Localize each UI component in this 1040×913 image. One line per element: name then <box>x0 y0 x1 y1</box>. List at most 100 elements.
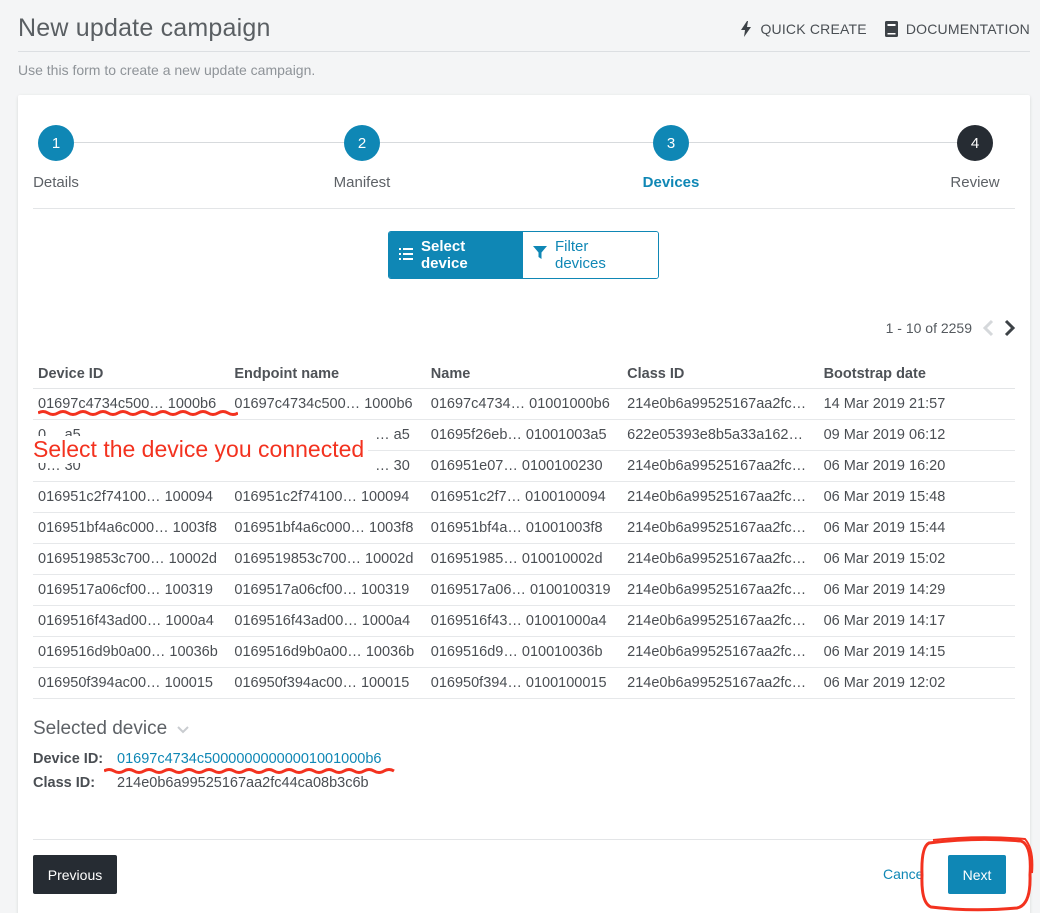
table-cell: 14 Mar 2019 21:57 <box>823 396 946 412</box>
table-cell: 0169516f43ad00… 1000a4 <box>38 613 214 629</box>
table-cell: 0169516f43ad00… 1000a4 <box>234 613 411 629</box>
lightning-icon <box>740 21 752 37</box>
table-cell: 214e0b6a99525167aa2fc… <box>627 458 807 474</box>
column-header[interactable]: Device ID <box>33 366 229 382</box>
device-id-label: Device ID: <box>33 751 104 767</box>
table-cell: 06 Mar 2019 14:29 <box>823 582 946 598</box>
select-device-label: Select device <box>421 238 468 272</box>
table-cell: 214e0b6a99525167aa2fc… <box>627 520 807 536</box>
list-icon <box>399 247 413 264</box>
previous-button[interactable]: Previous <box>33 855 117 894</box>
device-id-row: Device ID: 01697c4734c500000000000010010… <box>33 751 382 767</box>
table-cell: 06 Mar 2019 15:44 <box>823 520 946 536</box>
filter-icon <box>533 246 547 264</box>
step-connector <box>74 142 362 143</box>
table-cell: 016951c2f74100… 100094 <box>234 489 410 505</box>
step-number: 3 <box>653 125 689 161</box>
table-cell: 016951c2f74100… 100094 <box>38 489 213 505</box>
page-subtitle: Use this form to create a new update cam… <box>18 62 316 78</box>
table-cell: 214e0b6a99525167aa2fc… <box>627 613 807 629</box>
step-devices[interactable]: 3 Devices <box>631 125 711 191</box>
annotation-text: Select the device you connected <box>33 436 369 463</box>
step-review[interactable]: 4 Review <box>935 125 1015 191</box>
cancel-button[interactable]: Cancel <box>883 866 921 882</box>
table-row[interactable]: 0169519853c700… 10002d 0169519853c700… 1… <box>33 544 1015 575</box>
step-manifest[interactable]: 2 Manifest <box>322 125 402 191</box>
selected-device-title[interactable]: Selected device <box>33 718 189 740</box>
class-id-label: Class ID: <box>33 775 96 791</box>
step-connector <box>380 142 671 143</box>
table-cell: 06 Mar 2019 14:17 <box>823 613 946 629</box>
pagination: 1 - 10 of 2259 <box>886 319 1016 337</box>
step-label: Devices <box>642 174 700 191</box>
step-connector <box>689 142 975 143</box>
page-header: New update campaign QUICK CREATE DOCUMEN… <box>18 0 1030 52</box>
step-number: 4 <box>957 125 993 161</box>
table-cell: 01695f26eb… 01001003a5 <box>430 427 607 443</box>
step-label: Manifest <box>333 174 391 191</box>
book-icon <box>884 21 898 37</box>
table-cell: 214e0b6a99525167aa2fc… <box>627 396 807 412</box>
device-id-link[interactable]: 01697c4734c50000000000001001000b6 <box>117 751 382 767</box>
filter-devices-label: Filter devices <box>555 238 606 272</box>
table-cell: 622e05393e8b5a33a162… <box>627 427 803 443</box>
table-cell: 09 Mar 2019 06:12 <box>823 427 946 443</box>
table-row[interactable]: 016951bf4a6c000… 1003f8 016951bf4a6c000…… <box>33 513 1015 544</box>
filter-devices-button[interactable]: Filter devices <box>523 232 658 278</box>
table-row[interactable]: 016951c2f74100… 100094 016951c2f74100… 1… <box>33 482 1015 513</box>
table-cell: 0169517a06… 0100100319 <box>430 582 611 598</box>
documentation-button[interactable]: DOCUMENTATION <box>884 21 1030 37</box>
header-actions: QUICK CREATE DOCUMENTATION <box>740 21 1030 37</box>
table-cell: 0169517a06cf00… 100319 <box>234 582 410 598</box>
table-header: Device ID Endpoint name Name Class ID Bo… <box>33 359 1015 389</box>
class-id-row: Class ID: 214e0b6a99525167aa2fc44ca08b3c… <box>33 775 369 791</box>
step-number: 2 <box>344 125 380 161</box>
column-header[interactable]: Bootstrap date <box>819 366 1015 382</box>
table-cell: 016950f394ac00… 100015 <box>38 675 213 691</box>
table-cell: 0169517a06cf00… 100319 <box>38 582 213 598</box>
step-label: Details <box>33 174 79 191</box>
chevron-right-icon[interactable] <box>1004 319 1016 337</box>
table-row[interactable]: 0169516f43ad00… 1000a4 0169516f43ad00… 1… <box>33 606 1015 637</box>
column-header[interactable]: Class ID <box>622 366 818 382</box>
quick-create-button[interactable]: QUICK CREATE <box>740 21 867 37</box>
table-cell: 0169519853c700… 10002d <box>234 551 414 567</box>
table-cell: 06 Mar 2019 15:48 <box>823 489 946 505</box>
chevron-down-icon <box>177 718 189 740</box>
table-cell: 016951bf4a… 01001003f8 <box>430 520 603 536</box>
column-header[interactable]: Endpoint name <box>229 366 425 382</box>
step-number: 1 <box>38 125 74 161</box>
footer-divider <box>33 839 1015 840</box>
table-cell: 01697c4734c500… 1000b6 <box>234 396 413 412</box>
table-cell: 06 Mar 2019 16:20 <box>823 458 946 474</box>
select-device-button[interactable]: Select device <box>389 232 523 278</box>
table-row[interactable]: 0169517a06cf00… 100319 0169517a06cf00… 1… <box>33 575 1015 606</box>
stepper: 1 Details 2 Manifest 3 Devices 4 Review <box>33 125 1015 209</box>
table-cell: 016950f394… 0100100015 <box>430 675 607 691</box>
table-cell: 016951bf4a6c000… 1003f8 <box>234 520 414 536</box>
table-cell: 0169516d9b0a00… 10036b <box>234 644 415 660</box>
table-cell: 016951c2f7… 0100100094 <box>430 489 606 505</box>
documentation-label: DOCUMENTATION <box>905 21 1030 37</box>
step-label: Review <box>950 174 1000 191</box>
table-cell: 214e0b6a99525167aa2fc… <box>627 582 807 598</box>
table-cell: 06 Mar 2019 15:02 <box>823 551 946 567</box>
table-cell: 016951e07… 0100100230 <box>430 458 603 474</box>
table-cell: 214e0b6a99525167aa2fc… <box>627 551 807 567</box>
table-cell: 06 Mar 2019 12:02 <box>823 675 946 691</box>
table-cell: 016950f394ac00… 100015 <box>234 675 410 691</box>
red-circle-mark <box>920 836 1034 912</box>
table-cell: 0169516d9b0a00… 10036b <box>38 644 218 660</box>
table-row[interactable]: 0169516d9b0a00… 10036b 0169516d9b0a00… 1… <box>33 637 1015 668</box>
table-cell: 016951bf4a6c000… 1003f8 <box>38 520 217 536</box>
column-header[interactable]: Name <box>426 366 622 382</box>
chevron-left-icon[interactable] <box>982 319 994 337</box>
device-mode-toggle: Select device Filter devices <box>388 231 659 279</box>
table-cell: 06 Mar 2019 14:15 <box>823 644 946 660</box>
quick-create-label: QUICK CREATE <box>760 21 867 37</box>
table-cell: 0169516d9… 010010036b <box>430 644 603 660</box>
red-underline-mark <box>38 410 238 416</box>
table-cell: 214e0b6a99525167aa2fc… <box>627 489 807 505</box>
table-row[interactable]: 016950f394ac00… 100015 016950f394ac00… 1… <box>33 668 1015 699</box>
step-details[interactable]: 1 Details <box>16 125 96 191</box>
